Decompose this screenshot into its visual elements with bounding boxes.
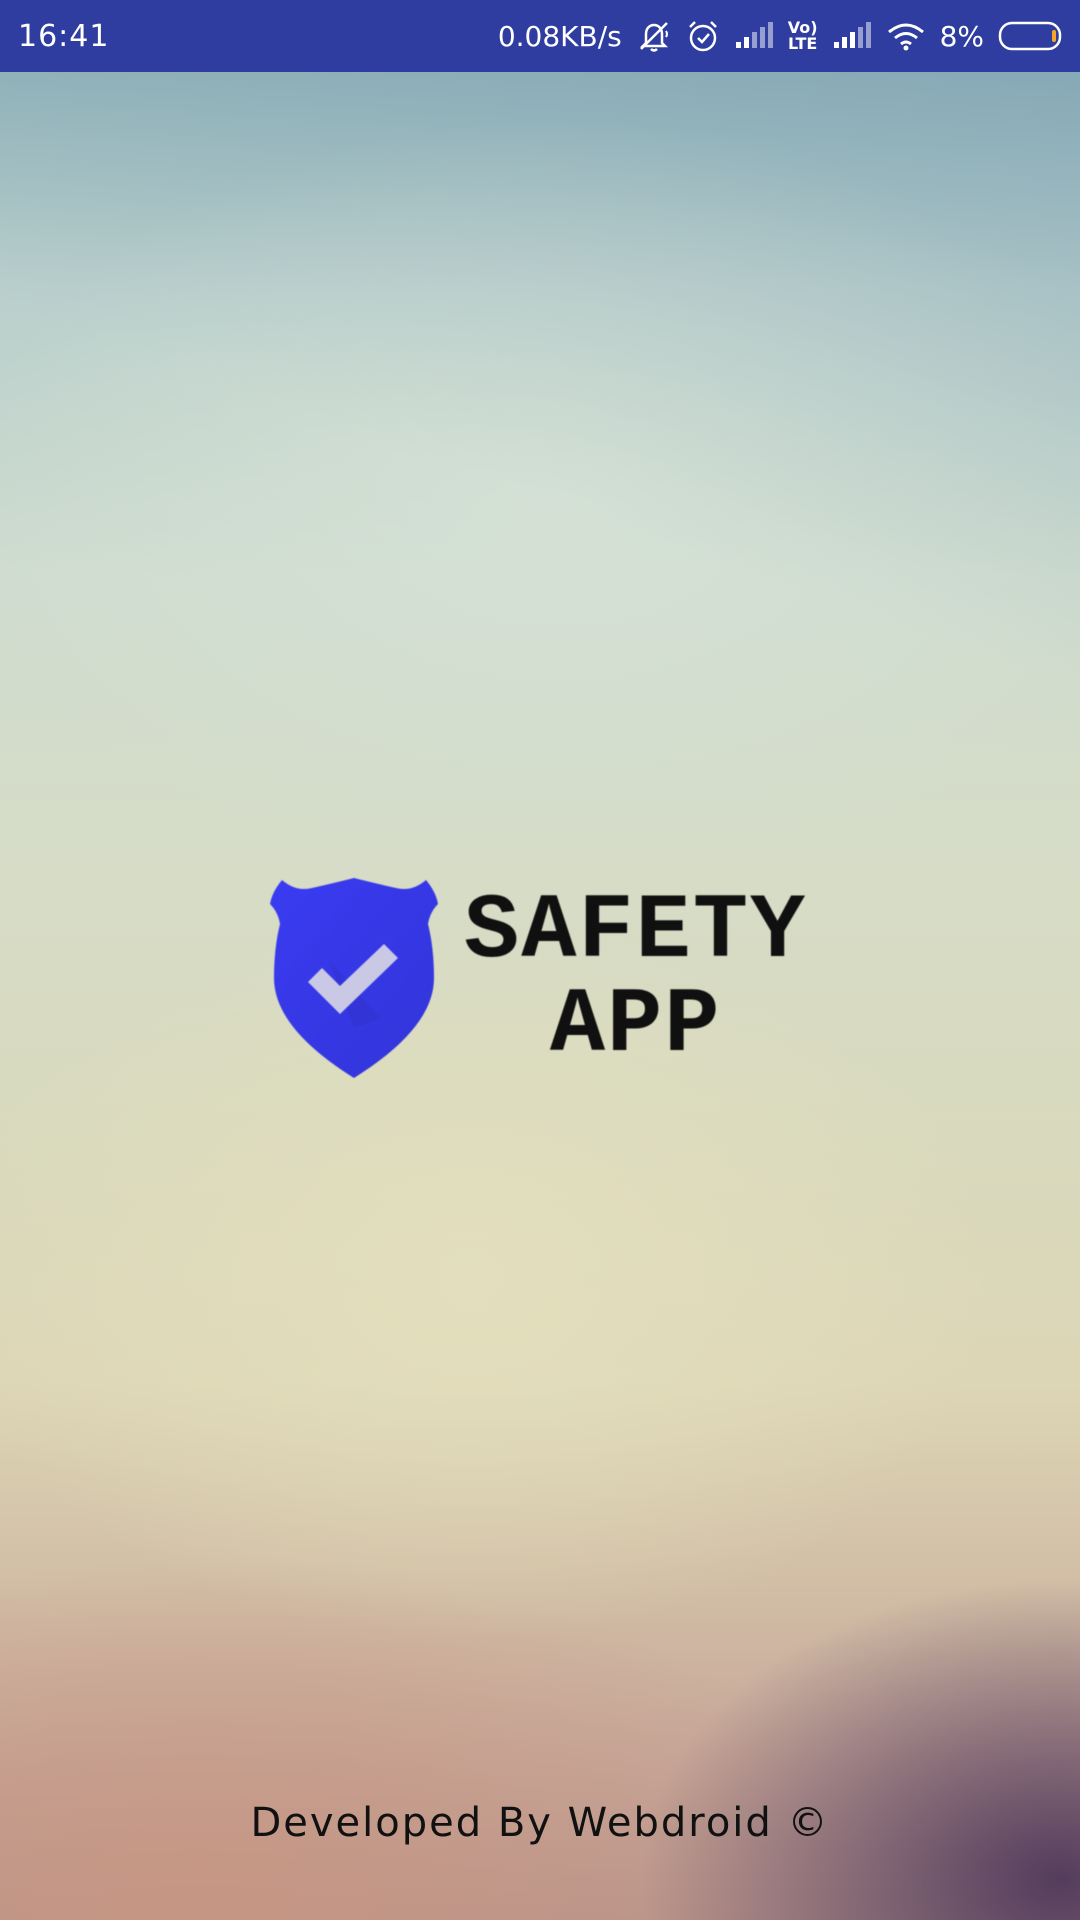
status-bar: 16:41 0.08KB/s Vo) LTE 8% — [0, 0, 1080, 72]
volte-badge: Vo) LTE — [788, 20, 818, 52]
developer-credit: Developed By Webdroid © — [250, 1800, 830, 1846]
status-time: 16:41 — [18, 18, 110, 54]
app-name: SAFETY APP — [464, 885, 807, 1073]
mute-bell-icon — [636, 19, 672, 53]
app-name-line1: SAFETY — [464, 879, 808, 984]
signal-strength-icon — [734, 22, 774, 50]
network-speed: 0.08KB/s — [497, 19, 622, 53]
shield-icon — [270, 878, 438, 1078]
volte-label-bottom: LTE — [787, 34, 818, 53]
wifi-icon — [886, 21, 926, 51]
alarm-clock-icon — [686, 19, 720, 53]
battery-percent: 8% — [939, 19, 984, 53]
battery-icon — [998, 21, 1064, 51]
status-icons: 0.08KB/s Vo) LTE 8% — [498, 19, 1064, 53]
app-logo: SAFETY APP — [268, 878, 807, 1080]
splash-screen: 16:41 0.08KB/s Vo) LTE 8% SAFETY APP Dev… — [0, 0, 1080, 1920]
signal-strength-icon-2 — [832, 22, 872, 50]
app-name-line2: APP — [549, 973, 722, 1078]
